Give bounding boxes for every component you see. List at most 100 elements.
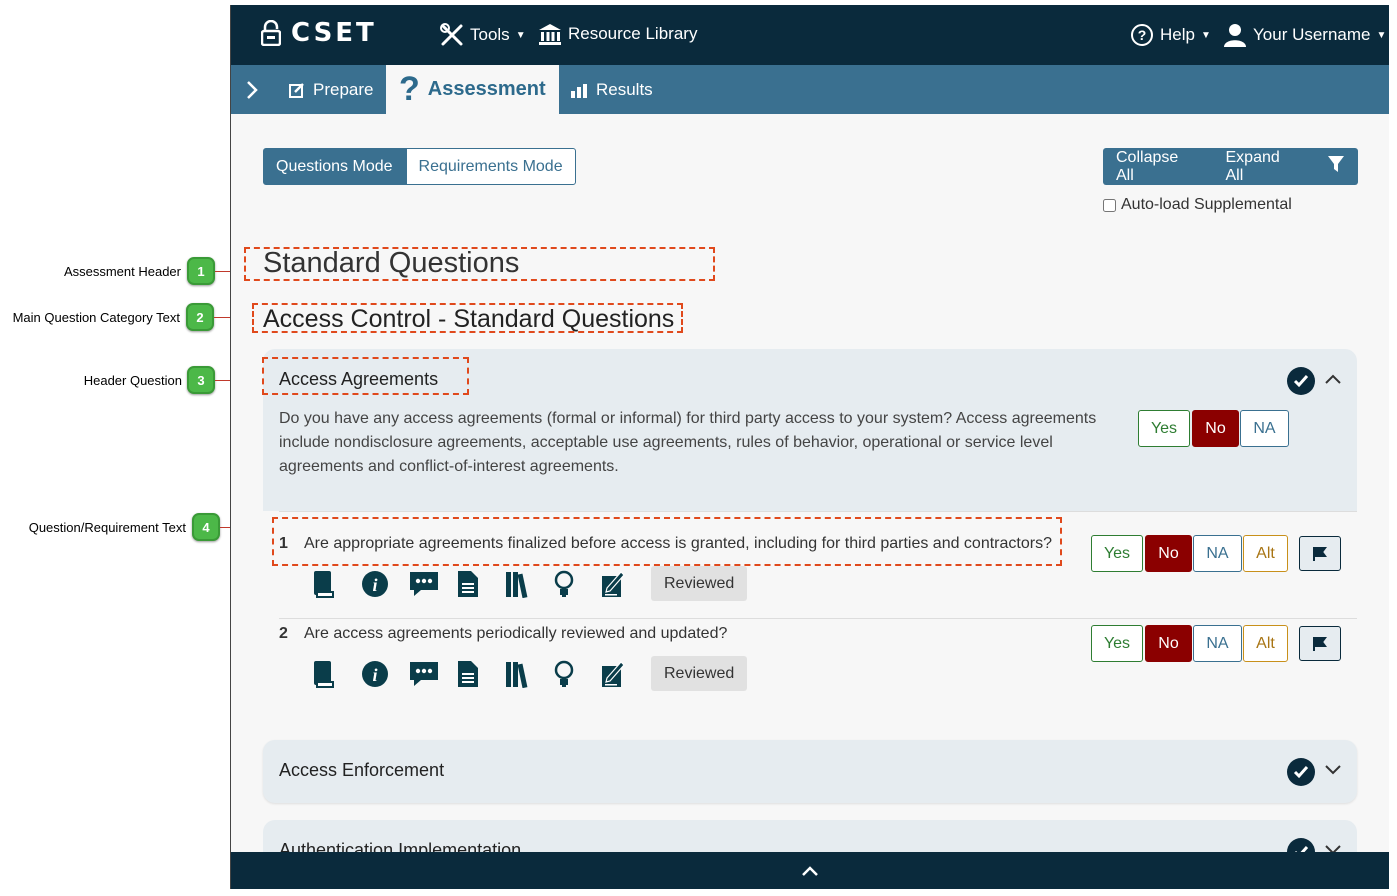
app-window: CSET Tools ▼ Resource Library ? Help ▼ Y… — [230, 5, 1389, 889]
resource-library-link[interactable]: Resource Library — [538, 23, 697, 45]
check-circle-icon — [1287, 367, 1315, 395]
highlight-question-text — [272, 517, 1062, 566]
callout-badge-3: 3 — [187, 366, 215, 394]
hq-answer-no[interactable]: No — [1192, 410, 1239, 447]
flag-icon — [1313, 636, 1327, 651]
header-question-text: Do you have any access agreements (forma… — [279, 410, 1097, 475]
svg-text:?: ? — [1138, 27, 1147, 43]
chevron-up-icon[interactable] — [1324, 369, 1342, 390]
tab-prepare[interactable]: Prepare — [289, 65, 373, 114]
callout-label-category: Main Question Category Text — [12, 310, 180, 325]
svg-text:i: i — [372, 665, 377, 685]
tab-results-label: Results — [596, 79, 653, 99]
autoload-supplemental[interactable]: Auto-load Supplemental — [1103, 196, 1292, 214]
divider — [279, 511, 1357, 512]
requirements-mode-button[interactable]: Requirements Mode — [405, 148, 576, 185]
comment-icon[interactable] — [409, 568, 457, 600]
info-icon[interactable]: i — [361, 658, 409, 690]
document-icon[interactable] — [457, 658, 505, 690]
callout-label-assessment-header: Assessment Header — [63, 264, 181, 279]
highlight-header-question — [262, 357, 469, 395]
tools-icon — [440, 23, 463, 46]
chevron-down-icon[interactable] — [1324, 760, 1342, 781]
comment-icon[interactable] — [409, 658, 457, 690]
filter-icon — [1328, 156, 1344, 172]
q2-answer-alt[interactable]: Alt — [1243, 625, 1288, 662]
q2-reviewed-button[interactable]: Reviewed — [651, 656, 748, 691]
q2-tool-icons: i Reviewed — [313, 656, 748, 691]
collapse-all-button[interactable]: Collapse All — [1103, 149, 1213, 185]
q2-answer-yes[interactable]: Yes — [1091, 625, 1143, 662]
filter-button[interactable] — [1314, 155, 1358, 178]
library-icon — [539, 24, 561, 45]
hq-answer-na[interactable]: NA — [1240, 410, 1289, 447]
review-note-icon[interactable] — [601, 658, 649, 690]
group-title: Access Enforcement — [279, 760, 445, 780]
footer-bar[interactable] — [231, 852, 1389, 889]
q1-answer-no[interactable]: No — [1145, 535, 1192, 572]
q1-answer-yes[interactable]: Yes — [1091, 535, 1143, 572]
highlight-category-header — [252, 303, 683, 333]
mode-toggle: Questions Mode Requirements Mode — [263, 148, 576, 185]
callout-badge-4: 4 — [192, 513, 220, 541]
tab-assessment-label: Assessment — [427, 78, 546, 100]
caret-down-icon: ▼ — [1376, 29, 1387, 41]
q2-flag-button[interactable] — [1299, 626, 1341, 661]
lightbulb-icon[interactable] — [553, 568, 601, 600]
q1-tool-icons: i Reviewed — [313, 566, 748, 601]
book-icon[interactable] — [313, 568, 361, 600]
top-bar: CSET Tools ▼ Resource Library ? Help ▼ Y… — [231, 5, 1389, 65]
logo-text: CSET — [291, 18, 377, 48]
chevron-right-icon — [247, 80, 258, 99]
q1-answer-alt[interactable]: Alt — [1243, 535, 1288, 572]
callout-label-header-question: Header Question — [83, 373, 182, 388]
edit-icon — [289, 82, 304, 98]
cset-logo[interactable]: CSET — [261, 18, 377, 48]
lock-icon — [261, 20, 281, 46]
divider — [279, 618, 1357, 619]
svg-text:i: i — [372, 575, 377, 595]
user-menu[interactable]: Your Username ▼ — [1223, 23, 1386, 47]
chevron-up-icon — [802, 865, 818, 876]
lightbulb-icon[interactable] — [553, 658, 601, 690]
review-note-icon[interactable] — [601, 568, 649, 600]
references-icon[interactable] — [505, 658, 553, 690]
help-label: Help — [1160, 25, 1195, 44]
info-icon[interactable]: i — [361, 568, 409, 600]
tab-results[interactable]: Results — [570, 65, 653, 114]
check-circle-icon — [1287, 758, 1315, 786]
tools-menu[interactable]: Tools ▼ — [440, 23, 526, 47]
callout-badge-2: 2 — [186, 303, 214, 331]
caret-down-icon: ▼ — [515, 29, 526, 41]
help-menu[interactable]: ? Help ▼ — [1130, 23, 1211, 47]
sidebar-toggle[interactable] — [245, 65, 259, 114]
questions-mode-button[interactable]: Questions Mode — [263, 148, 406, 185]
callout-label-question-text: Question/Requirement Text — [28, 520, 186, 535]
question-text: Are access agreements periodically revie… — [304, 625, 728, 642]
username-label: Your Username — [1253, 25, 1371, 44]
expand-all-button[interactable]: Expand All — [1213, 149, 1315, 185]
nav-bar: Prepare ? Assessment Results — [231, 65, 1389, 114]
highlight-assessment-header — [244, 247, 715, 281]
q1-reviewed-button[interactable]: Reviewed — [651, 566, 748, 601]
tab-prepare-label: Prepare — [313, 79, 374, 99]
book-icon[interactable] — [313, 658, 361, 690]
q2-answer-na[interactable]: NA — [1193, 625, 1242, 662]
references-icon[interactable] — [505, 568, 553, 600]
q1-answer-na[interactable]: NA — [1193, 535, 1242, 572]
help-circle-icon: ? — [1131, 24, 1153, 46]
hq-answer-yes[interactable]: Yes — [1138, 410, 1190, 447]
caret-down-icon: ▼ — [1200, 29, 1211, 41]
user-icon — [1224, 24, 1246, 47]
tab-assessment[interactable]: ? Assessment — [386, 65, 559, 114]
q2-answer-no[interactable]: No — [1145, 625, 1192, 662]
document-icon[interactable] — [457, 568, 505, 600]
question-mark-icon: ? — [399, 70, 420, 108]
resource-library-label: Resource Library — [568, 24, 698, 43]
q1-flag-button[interactable] — [1299, 536, 1341, 571]
autoload-checkbox[interactable] — [1103, 198, 1116, 212]
flag-icon — [1313, 546, 1327, 561]
expand-collapse-controls: Collapse All Expand All — [1103, 148, 1358, 185]
question-number: 2 — [279, 625, 288, 642]
autoload-label: Auto-load Supplemental — [1121, 196, 1292, 213]
